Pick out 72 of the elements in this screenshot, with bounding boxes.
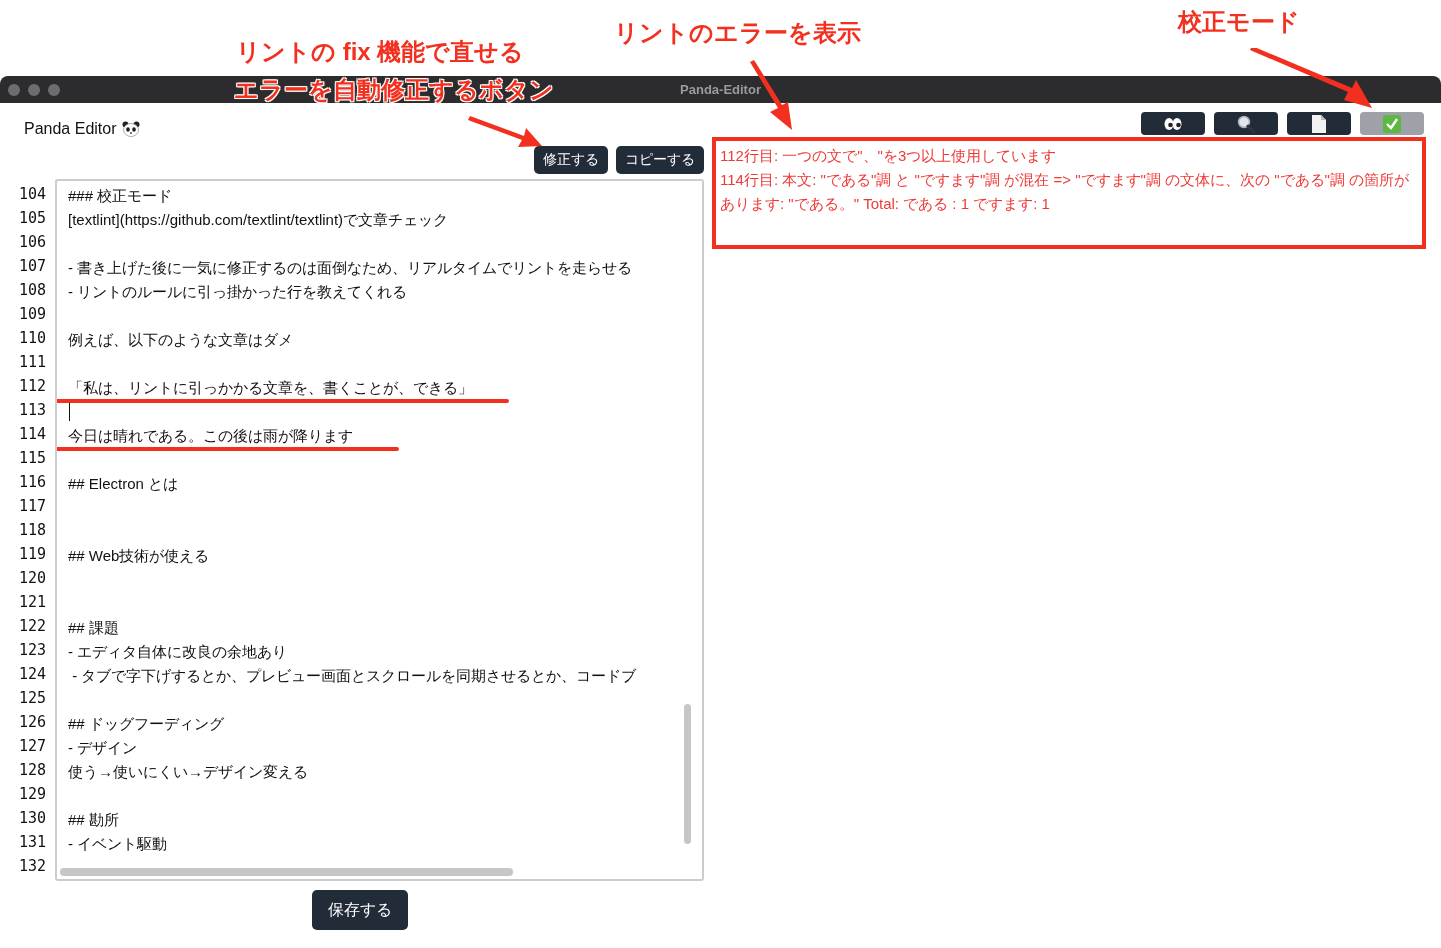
line-number: 113: [17, 400, 46, 421]
line-number: 110: [17, 328, 46, 349]
line-number: 115: [17, 448, 46, 469]
save-button[interactable]: 保存する: [312, 890, 408, 930]
code-line: ## Web技術が使える: [68, 547, 210, 564]
annotation-text: 校正モード: [1178, 7, 1300, 37]
annotation-text: エラーを自動修正するボタン: [234, 75, 554, 105]
code-line: ## ドッグフーディング: [68, 715, 224, 732]
window-title: Panda-Editor: [680, 82, 761, 97]
code-line: 例えば、以下のような文章はダメ: [68, 331, 293, 348]
line-number: 116: [17, 472, 46, 493]
lint-error-message: 114行目: 本文: "である"調 と "ですます"調 が混在 => "ですます"調 の文体に、次の "である"調 の箇所があります: "である。" Total: である : 1 ですます: 1: [720, 170, 1411, 214]
line-number: 111: [17, 352, 46, 373]
close-button[interactable]: [8, 83, 20, 96]
code-line: ### 校正モード: [68, 187, 173, 204]
line-number: 118: [17, 520, 46, 541]
check-button[interactable]: [1360, 112, 1424, 135]
line-number: 127: [17, 736, 46, 757]
annotation-text: リントのエラーを表示: [614, 18, 861, 48]
document-icon: [1312, 114, 1326, 133]
code-line: ## Electron とは: [68, 475, 179, 492]
line-number: 109: [17, 304, 46, 325]
text-editor[interactable]: [55, 179, 704, 881]
line-number: 104: [17, 184, 46, 205]
line-number: 117: [17, 496, 46, 517]
document-button[interactable]: [1287, 112, 1351, 135]
panda-icon: [121, 120, 140, 137]
line-number: 107: [17, 256, 46, 277]
line-number: 114: [17, 424, 46, 445]
line-number: 120: [17, 568, 46, 589]
line-number: 119: [17, 544, 46, 565]
annotation-text: リントの fix 機能で直せる: [236, 37, 525, 67]
eyes-button[interactable]: [1141, 112, 1205, 135]
eyes-icon: [1163, 116, 1183, 131]
line-number: 132: [17, 856, 46, 877]
code-line: - デザイン: [68, 739, 138, 756]
zoom-button[interactable]: [48, 83, 60, 96]
line-number: 123: [17, 640, 46, 661]
search-icon: [1236, 114, 1256, 133]
search-button[interactable]: [1214, 112, 1278, 135]
line-number: 125: [17, 688, 46, 709]
code-line: 「私は、リントに引っかかる文章を、書くことが、できる」: [68, 379, 473, 396]
line-number: 112: [17, 376, 46, 397]
line-number: 106: [17, 232, 46, 253]
lint-error-message: 112行目: 一つの文で"、"を3つ以上使用しています: [720, 146, 1058, 166]
minimize-button[interactable]: [28, 83, 40, 96]
code-line: - 書き上げた後に一気に修正するのは面倒なため、リアルタイムでリントを走らせる: [68, 259, 633, 276]
line-number: 108: [17, 280, 46, 301]
code-line: ## 課題: [68, 619, 119, 636]
checkbox-icon: [1383, 114, 1401, 133]
copy-button[interactable]: コピーする: [616, 146, 704, 174]
line-number: 128: [17, 760, 46, 781]
code-line: - エディタ自体に改良の余地あり: [68, 643, 288, 660]
line-number: 122: [17, 616, 46, 637]
scrollbar-thumb[interactable]: [684, 704, 691, 844]
line-number: 129: [17, 784, 46, 805]
code-line: - タブで字下げするとか、プレビュー画面とスクロールを同期させるとか、コードブ: [71, 667, 637, 684]
line-number: 126: [17, 712, 46, 733]
app-title: Panda Editor: [24, 119, 117, 138]
code-line: [textlint](https://github.com/textlint/textlint)で文章チェック: [68, 211, 449, 228]
line-number: 130: [17, 808, 46, 829]
code-line: 使う→使いにくい→デザイン変える: [68, 763, 308, 780]
line-number: 131: [17, 832, 46, 853]
line-number: 105: [17, 208, 46, 229]
code-line: ## 勘所: [68, 811, 119, 828]
code-line: - リントのルールに引っ掛かった行を教えてくれる: [68, 283, 408, 300]
code-line: - イベント駆動: [68, 835, 168, 852]
line-number: 121: [17, 592, 46, 613]
line-number: 124: [17, 664, 46, 685]
scrollbar-thumb[interactable]: [60, 868, 513, 876]
fix-button[interactable]: 修正する: [534, 146, 608, 174]
code-line: 今日は晴れである。この後は雨が降ります: [68, 427, 353, 444]
